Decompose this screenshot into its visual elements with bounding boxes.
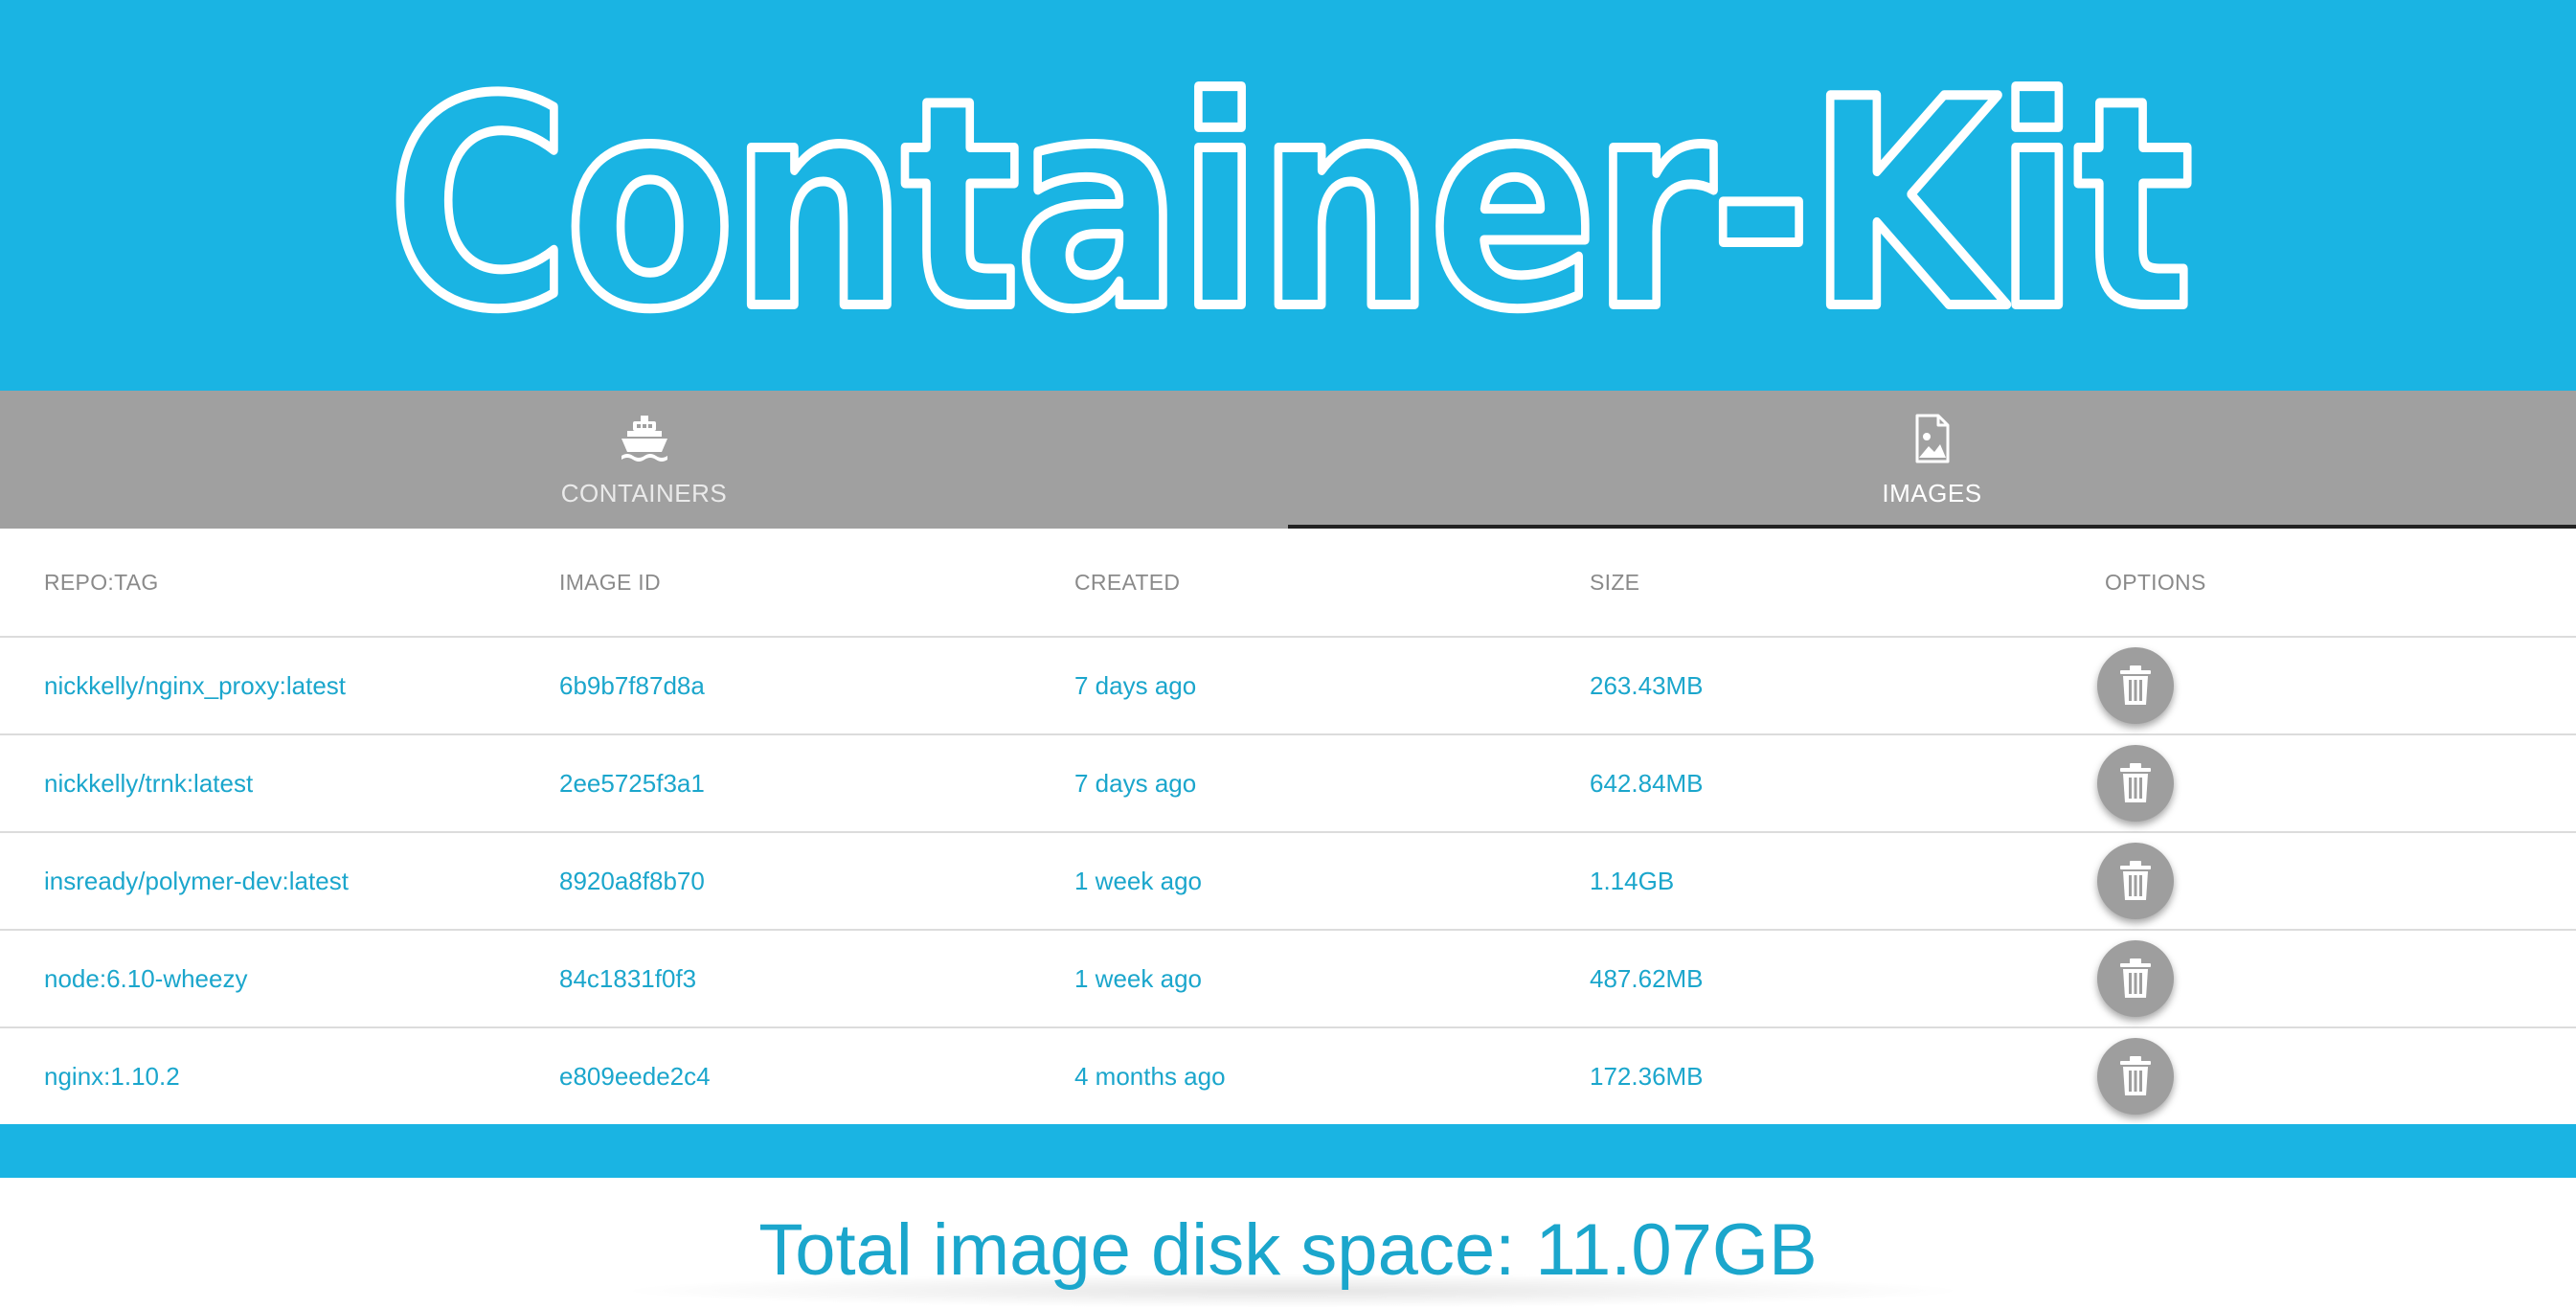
total-disk-space: Total image disk space: 11.07GB bbox=[758, 1209, 1818, 1291]
table-row[interactable]: nickkelly/trnk:latest 2ee5725f3a1 7 days… bbox=[0, 735, 2576, 833]
trash-icon bbox=[2120, 861, 2151, 900]
tab-bar: CONTAINERS IMAGES bbox=[0, 391, 2576, 529]
ship-icon bbox=[621, 416, 667, 462]
image-file-icon bbox=[1915, 414, 1949, 463]
tab-images[interactable]: IMAGES bbox=[1288, 391, 2576, 529]
table-row[interactable]: node:6.10-wheezy 84c1831f0f3 1 week ago … bbox=[0, 931, 2576, 1028]
footer-bar bbox=[0, 1124, 2576, 1178]
cell-image-id: e809eede2c4 bbox=[559, 1061, 711, 1091]
tab-images-label: IMAGES bbox=[1882, 479, 1982, 507]
delete-image-button[interactable] bbox=[2097, 940, 2174, 1017]
delete-image-button[interactable] bbox=[2097, 647, 2174, 724]
table-row[interactable]: nginx:1.10.2 e809eede2c4 4 months ago 17… bbox=[0, 1028, 2576, 1126]
cell-size: 487.62MB bbox=[1590, 963, 1704, 993]
cell-created: 4 months ago bbox=[1074, 1061, 1226, 1091]
cell-size: 172.36MB bbox=[1590, 1061, 1704, 1091]
column-header-created[interactable]: CREATED bbox=[1074, 570, 1180, 596]
cell-repo-tag: insready/polymer-dev:latest bbox=[44, 866, 349, 895]
table-row[interactable]: insready/polymer-dev:latest 8920a8f8b70 … bbox=[0, 833, 2576, 931]
cell-created: 1 week ago bbox=[1074, 963, 1202, 993]
cell-size: 642.84MB bbox=[1590, 768, 1704, 798]
cell-created: 7 days ago bbox=[1074, 768, 1197, 798]
cell-image-id: 84c1831f0f3 bbox=[559, 963, 697, 993]
cell-repo-tag: node:6.10-wheezy bbox=[44, 963, 248, 993]
delete-image-button[interactable] bbox=[2097, 1038, 2174, 1115]
trash-icon bbox=[2120, 665, 2151, 705]
cell-repo-tag: nickkelly/nginx_proxy:latest bbox=[44, 670, 347, 700]
delete-image-button[interactable] bbox=[2097, 843, 2174, 919]
cell-size: 1.14GB bbox=[1590, 866, 1675, 895]
column-header-size[interactable]: SIZE bbox=[1590, 570, 1639, 596]
cell-size: 263.43MB bbox=[1590, 670, 1704, 700]
app-header: Container-Kit bbox=[0, 0, 2576, 391]
column-header-image-id[interactable]: IMAGE ID bbox=[559, 570, 661, 596]
column-header-options: OPTIONS bbox=[2105, 569, 2206, 595]
images-table: REPO:TAG IMAGE ID CREATED SIZE OPTIONS n… bbox=[0, 529, 2576, 1126]
app-window: Container-Kit CONTAINERS IMAGES REPO:TAG… bbox=[0, 0, 2576, 1308]
logo-text: Container-Kit bbox=[388, 38, 2191, 372]
table-row[interactable]: nickkelly/nginx_proxy:latest 6b9b7f87d8a… bbox=[0, 638, 2576, 735]
table-header: REPO:TAG IMAGE ID CREATED SIZE OPTIONS bbox=[0, 529, 2576, 638]
cell-repo-tag: nginx:1.10.2 bbox=[44, 1061, 180, 1091]
tab-containers[interactable]: CONTAINERS bbox=[0, 391, 1288, 529]
column-header-repo-tag[interactable]: REPO:TAG bbox=[44, 570, 159, 596]
cell-image-id: 8920a8f8b70 bbox=[559, 866, 705, 895]
cell-image-id: 6b9b7f87d8a bbox=[559, 670, 705, 700]
cell-created: 7 days ago bbox=[1074, 670, 1197, 700]
cell-created: 1 week ago bbox=[1074, 866, 1202, 895]
container-kit-logo: Container-Kit bbox=[383, 34, 2202, 377]
trash-icon bbox=[2120, 763, 2151, 802]
delete-image-button[interactable] bbox=[2097, 745, 2174, 822]
trash-icon bbox=[2120, 1056, 2151, 1095]
trash-icon bbox=[2120, 958, 2151, 998]
tab-containers-label: CONTAINERS bbox=[560, 479, 728, 507]
cell-image-id: 2ee5725f3a1 bbox=[559, 768, 705, 798]
cell-repo-tag: nickkelly/trnk:latest bbox=[44, 768, 254, 798]
